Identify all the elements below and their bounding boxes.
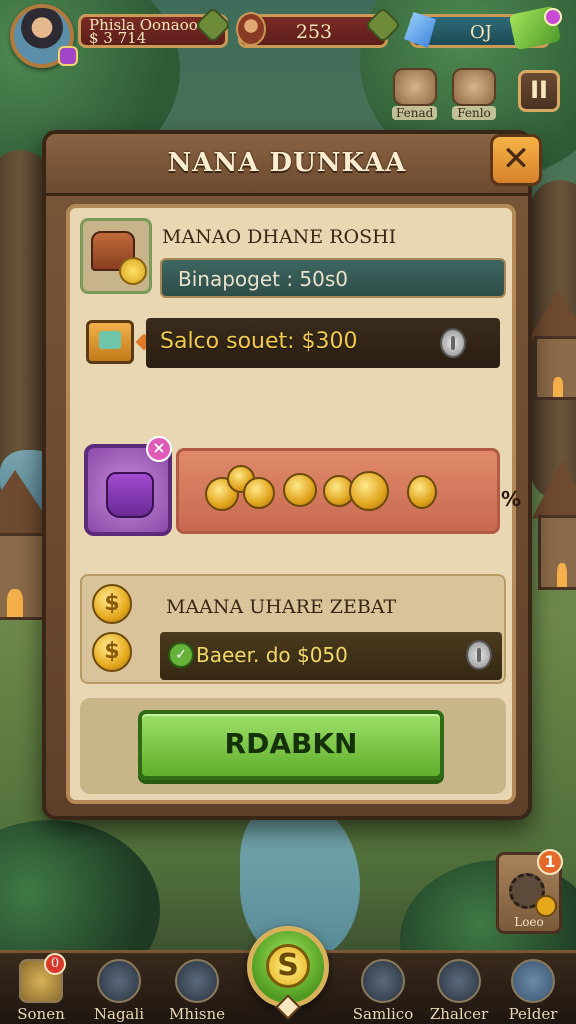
check-icon: ✓ [168, 642, 194, 668]
modal-header: NANA DUNKAA [46, 134, 528, 196]
nav-label: Pelder [508, 1005, 558, 1023]
dollar-coin-icon: $ [92, 584, 132, 624]
coin-icon [535, 895, 557, 917]
reward-section-bag[interactable]: × % [84, 436, 521, 540]
map-icon [175, 959, 219, 1003]
modal-title: NANA DUNKAA [167, 148, 407, 178]
coin-icon [349, 471, 389, 511]
close-button[interactable]: ✕ [490, 134, 542, 186]
top-hud: Phisla Oonaoo $ 3 714 253 OJ [0, 0, 576, 70]
info-bar: Binapoget : 50s0 [160, 258, 506, 298]
nav-label: Nagali [93, 1005, 145, 1023]
reward-section-chest: MANAO DHANE ROSHI Binapoget : 50s0 [80, 218, 506, 302]
menu-icon [511, 959, 555, 1003]
reward-section-gold-chest[interactable]: Salco souet: $300 [80, 314, 506, 374]
claim-section: RDABKN [80, 698, 506, 794]
purple-bag-icon [106, 472, 154, 518]
coin-count: 253 [295, 20, 333, 43]
dollar-coin-icon: $ [92, 632, 132, 672]
notification-badge: 0 [44, 953, 66, 975]
side-card-label: Loeo [514, 915, 544, 929]
silver-coin-icon [466, 640, 492, 670]
helper-avatar-icon [236, 12, 266, 46]
nav-item-mhisne[interactable]: Mhisne [152, 959, 242, 1023]
modal-body: MANAO DHANE ROSHI Binapoget : 50s0 Salco… [66, 204, 521, 804]
coin-pile-bar: % [176, 448, 521, 534]
side-item-fenad[interactable]: Fenad [392, 68, 438, 120]
level-badge-icon [58, 46, 78, 66]
info-bar: Baeer. do $050 [160, 632, 502, 680]
coin-label: % [501, 487, 522, 511]
silver-coin-icon [440, 328, 466, 358]
notification-dot-icon [544, 8, 562, 26]
section-title: MAANA UHARE ZEBAT [166, 596, 397, 618]
notification-badge: 1 [537, 849, 563, 875]
coin-icon [119, 257, 147, 285]
coin-icon [243, 477, 275, 509]
nav-item-pelder[interactable]: Pelder [488, 959, 576, 1023]
coin-icon [407, 475, 437, 509]
side-item-label: Fenad [392, 106, 438, 120]
hut [532, 460, 576, 590]
pause-button[interactable]: II [518, 70, 560, 112]
hut [528, 290, 576, 400]
reward-modal: NANA DUNKAA ✕ MANAO DHANE ROSHI Binapoge… [42, 130, 542, 820]
claim-button[interactable]: RDABKN [138, 710, 444, 780]
gem-count: OJ [470, 21, 492, 43]
chest-frame [80, 218, 152, 294]
chicken-icon [452, 68, 496, 106]
nav-label: Mhisne [168, 1005, 226, 1023]
section-title: MANAO DHANE ROSHI [162, 226, 397, 248]
globe-icon [361, 959, 405, 1003]
basket-icon [392, 68, 437, 106]
player-sub: $ 3 714 [89, 29, 147, 47]
side-item-fenlo[interactable]: Fenlo [452, 68, 496, 120]
reward-section-coins: $ $ MAANA UHARE ZEBAT Baeer. do $050 ✓ [80, 574, 506, 684]
side-item-label: Fenlo [452, 106, 496, 120]
side-quest-card[interactable]: Loeo 1 [496, 849, 563, 934]
person-icon [437, 959, 481, 1003]
bag-tag-icon: × [146, 436, 172, 462]
gold-chest-icon [86, 320, 134, 364]
dollar-icon: S [266, 944, 310, 988]
coin-icon [283, 473, 317, 507]
compass-icon [97, 959, 141, 1003]
nav-item-nagali[interactable]: Nagali [74, 959, 164, 1023]
